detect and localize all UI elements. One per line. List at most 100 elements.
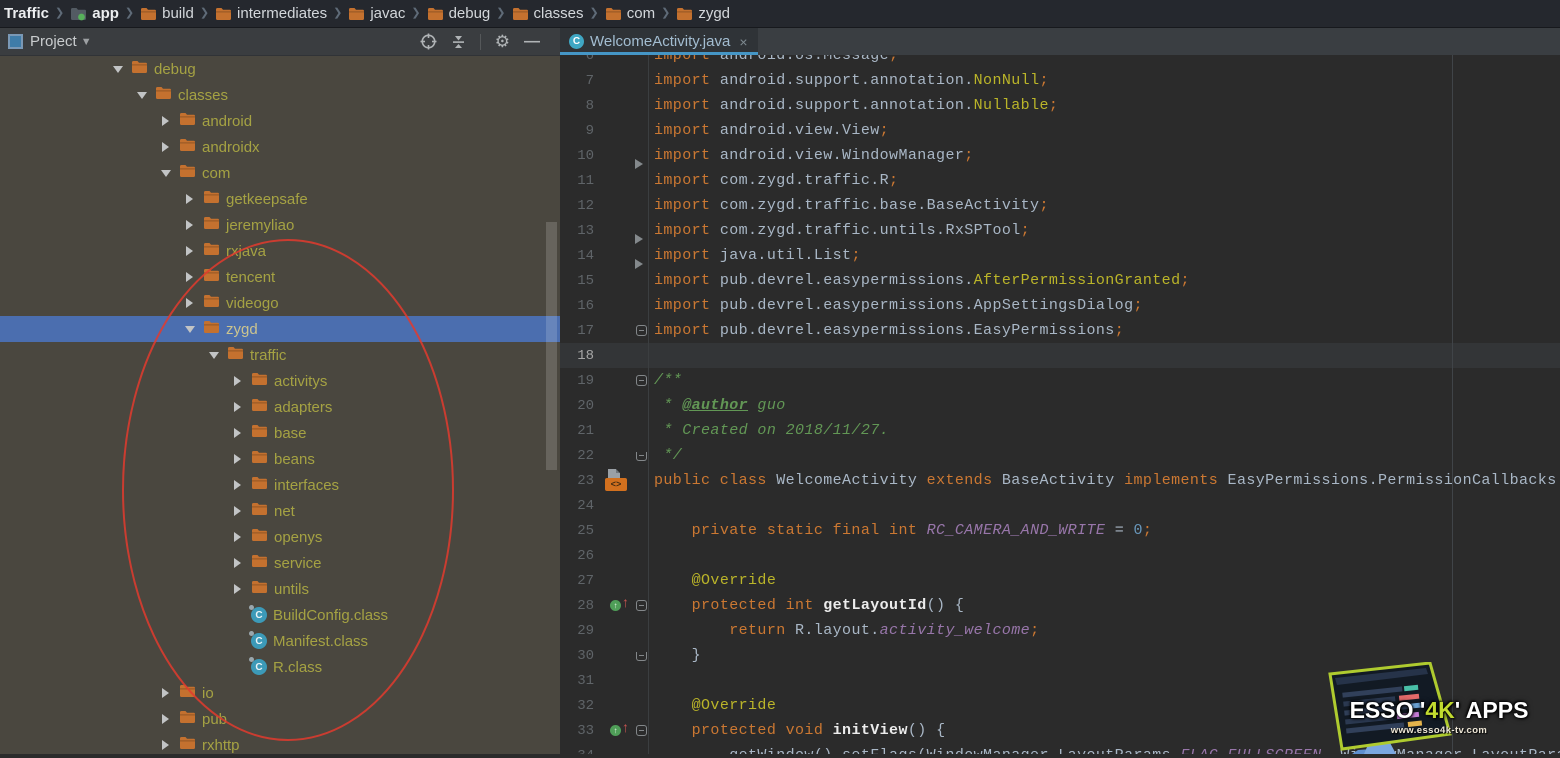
code-line-13[interactable]: 13import com.zygd.traffic.untils.RxSPToo… xyxy=(560,218,1560,243)
code-line-26[interactable]: 26 xyxy=(560,543,1560,568)
tree-item-beans[interactable]: beans xyxy=(0,446,560,472)
expand-arrow-icon[interactable] xyxy=(230,402,245,412)
line-number[interactable]: 11 xyxy=(560,173,600,189)
expand-arrow-icon[interactable] xyxy=(158,116,173,126)
tree-item-classes[interactable]: classes xyxy=(0,82,560,108)
fold-region-start-icon[interactable] xyxy=(636,375,647,386)
expand-arrow-icon[interactable] xyxy=(158,740,173,750)
line-number[interactable]: 9 xyxy=(560,123,600,139)
code-line-19[interactable]: 19/** xyxy=(560,368,1560,393)
code-text[interactable]: @Override xyxy=(654,697,1560,714)
line-number[interactable]: 15 xyxy=(560,273,600,289)
tab-welcomeactivity[interactable]: C WelcomeActivity.java × xyxy=(560,28,758,55)
code-text[interactable]: import java.util.List; xyxy=(654,247,1560,264)
tree-item-getkeepsafe[interactable]: getkeepsafe xyxy=(0,186,560,212)
code-line-30[interactable]: 30 } xyxy=(560,643,1560,668)
code-line-7[interactable]: 7import android.support.annotation.NonNu… xyxy=(560,68,1560,93)
tree-item-R.class[interactable]: CR.class xyxy=(0,654,560,680)
line-number[interactable]: 31 xyxy=(560,673,600,689)
close-tab-icon[interactable]: × xyxy=(739,34,747,50)
expand-arrow-icon[interactable] xyxy=(182,220,197,230)
tree-item-tencent[interactable]: tencent xyxy=(0,264,560,290)
code-text[interactable]: } xyxy=(654,647,1560,664)
code-line-29[interactable]: 29 return R.layout.activity_welcome; xyxy=(560,618,1560,643)
code-line-11[interactable]: 11 import com.zygd.traffic.R; xyxy=(560,168,1560,193)
tree-item-androidx[interactable]: androidx xyxy=(0,134,560,160)
tree-item-debug[interactable]: debug xyxy=(0,56,560,82)
tree-item-adapters[interactable]: adapters xyxy=(0,394,560,420)
code-line-31[interactable]: 31 xyxy=(560,668,1560,693)
line-number[interactable]: 24 xyxy=(560,498,600,514)
breadcrumb-item-classes[interactable]: classes xyxy=(512,5,584,22)
code-text[interactable]: private static final int RC_CAMERA_AND_W… xyxy=(654,522,1560,539)
expand-arrow-icon[interactable] xyxy=(230,428,245,438)
code-text[interactable]: import com.zygd.traffic.untils.RxSPTool; xyxy=(654,222,1560,239)
code-line-18[interactable]: 18 xyxy=(560,343,1560,368)
breadcrumb-item-intermediates[interactable]: intermediates xyxy=(215,5,327,22)
code-text[interactable]: import pub.devrel.easypermissions.AppSet… xyxy=(654,297,1560,314)
fold-region-end-icon[interactable] xyxy=(636,452,647,461)
tree-item-jeremyliao[interactable]: jeremyliao xyxy=(0,212,560,238)
line-number[interactable]: 18 xyxy=(560,348,600,364)
code-text[interactable]: return R.layout.activity_welcome; xyxy=(654,622,1560,639)
code-line-22[interactable]: 22 */ xyxy=(560,443,1560,468)
code-editor[interactable]: 6import android.os.Message;7import andro… xyxy=(560,55,1560,754)
line-number[interactable]: 20 xyxy=(560,398,600,414)
breadcrumb-item-build[interactable]: build xyxy=(140,5,194,22)
expand-arrow-icon[interactable] xyxy=(158,688,173,698)
breadcrumb-item-app[interactable]: app xyxy=(70,5,119,22)
line-number[interactable]: 12 xyxy=(560,198,600,214)
settings-gear-icon[interactable]: ⚙ xyxy=(495,32,510,52)
line-number[interactable]: 10 xyxy=(560,148,600,164)
line-number[interactable]: 34 xyxy=(560,748,600,755)
code-line-24[interactable]: 24 xyxy=(560,493,1560,518)
line-number[interactable]: 25 xyxy=(560,523,600,539)
tree-item-com[interactable]: com xyxy=(0,160,560,186)
expand-arrow-icon[interactable] xyxy=(230,376,245,386)
tree-item-Manifest.class[interactable]: CManifest.class xyxy=(0,628,560,654)
code-line-20[interactable]: 20 * @author guo xyxy=(560,393,1560,418)
tree-item-io[interactable]: io xyxy=(0,680,560,706)
breadcrumb-item-javac[interactable]: javac xyxy=(348,5,405,22)
code-line-15[interactable]: 15import pub.devrel.easypermissions.Afte… xyxy=(560,268,1560,293)
tree-item-interfaces[interactable]: interfaces xyxy=(0,472,560,498)
code-line-27[interactable]: 27 @Override xyxy=(560,568,1560,593)
breadcrumb-item-zygd[interactable]: zygd xyxy=(676,5,730,22)
code-text[interactable]: getWindow().setFlags(WindowManager.Layou… xyxy=(654,747,1560,754)
code-text[interactable]: import android.view.View; xyxy=(654,122,1560,139)
line-number[interactable]: 27 xyxy=(560,573,600,589)
code-text[interactable]: import com.zygd.traffic.base.BaseActivit… xyxy=(654,197,1560,214)
line-number[interactable]: 26 xyxy=(560,548,600,564)
code-line-34[interactable]: 34 getWindow().setFlags(WindowManager.La… xyxy=(560,743,1560,754)
code-text[interactable]: protected void initView() { xyxy=(654,722,1560,739)
expand-arrow-icon[interactable] xyxy=(230,532,245,542)
expand-arrow-icon[interactable] xyxy=(230,454,245,464)
line-number[interactable]: 28 xyxy=(560,598,600,614)
line-number[interactable]: 17 xyxy=(560,323,600,339)
line-number[interactable]: 8 xyxy=(560,98,600,114)
chevron-down-icon[interactable]: ▼ xyxy=(81,36,92,48)
line-number[interactable]: 32 xyxy=(560,698,600,714)
code-line-8[interactable]: 8import android.support.annotation.Nulla… xyxy=(560,93,1560,118)
line-number[interactable]: 14 xyxy=(560,248,600,264)
line-number[interactable]: 7 xyxy=(560,73,600,89)
tree-item-videogo[interactable]: videogo xyxy=(0,290,560,316)
project-panel-title[interactable]: Project xyxy=(30,33,77,50)
line-number[interactable]: 16 xyxy=(560,298,600,314)
tree-item-traffic[interactable]: traffic xyxy=(0,342,560,368)
code-line-21[interactable]: 21 * Created on 2018/11/27. xyxy=(560,418,1560,443)
code-text[interactable]: import pub.devrel.easypermissions.EasyPe… xyxy=(654,322,1560,339)
code-text[interactable]: import com.zygd.traffic.R; xyxy=(654,172,1560,189)
breadcrumb-item-Traffic[interactable]: Traffic xyxy=(4,5,49,22)
line-number[interactable]: 22 xyxy=(560,448,600,464)
expand-arrow-icon[interactable] xyxy=(182,272,197,282)
code-text[interactable]: import android.view.WindowManager; xyxy=(654,147,1560,164)
code-text[interactable]: * @author guo xyxy=(654,397,1560,414)
collapse-all-icon[interactable] xyxy=(451,34,466,50)
override-up-arrow-icon[interactable]: ↑ xyxy=(622,720,629,734)
expand-arrow-icon[interactable] xyxy=(230,558,245,568)
expand-arrow-icon[interactable] xyxy=(182,298,197,308)
tree-item-zygd[interactable]: zygd xyxy=(0,316,560,342)
code-text[interactable]: protected int getLayoutId() { xyxy=(654,597,1560,614)
collapse-arrow-icon[interactable] xyxy=(110,66,125,73)
